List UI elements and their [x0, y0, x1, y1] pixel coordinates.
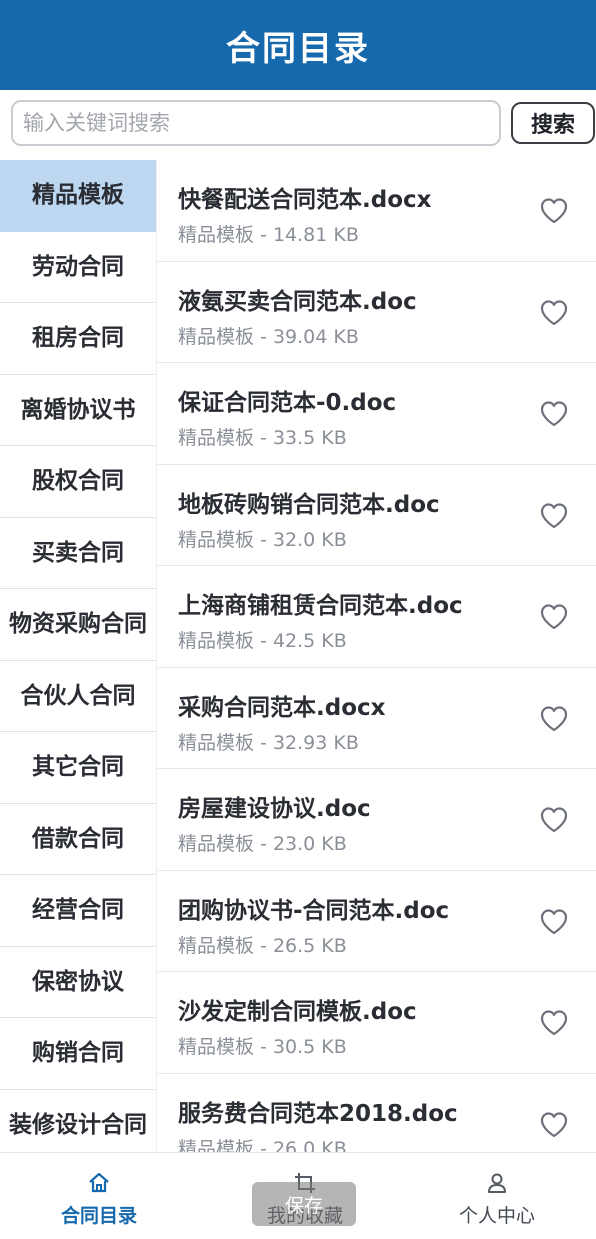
- document-title: 快餐配送合同范本.docx: [178, 187, 432, 213]
- sidebar-item-category[interactable]: 精品模板: [0, 160, 156, 232]
- heart-icon[interactable]: [538, 703, 570, 735]
- document-category: 精品模板: [178, 630, 255, 652]
- document-size: 26.5 KB: [272, 934, 347, 957]
- list-item[interactable]: 地板砖购销合同范本.doc 精品模板 - 32.0 KB: [157, 465, 596, 566]
- list-item[interactable]: 液氨买卖合同范本.doc 精品模板 - 39.04 KB: [157, 262, 596, 363]
- document-category: 精品模板: [178, 934, 255, 957]
- list-item[interactable]: 沙发定制合同模板.doc 精品模板 - 30.5 KB: [157, 972, 596, 1074]
- sidebar-item-category[interactable]: 装修设计合同: [0, 1090, 156, 1153]
- list-item[interactable]: 采购合同范本.docx 精品模板 - 32.93 KB: [157, 668, 596, 769]
- heart-icon[interactable]: [538, 906, 570, 938]
- document-size: 32.93 KB: [272, 731, 359, 754]
- search-input[interactable]: [11, 100, 501, 146]
- document-category: 精品模板: [178, 325, 255, 348]
- nav-label: 个人中心: [458, 1205, 535, 1227]
- sidebar-item-category[interactable]: 合伙人合同: [0, 661, 156, 732]
- sidebar-item-category[interactable]: 离婚协议书: [0, 375, 156, 446]
- sidebar-item-category[interactable]: 物资采购合同: [0, 589, 156, 661]
- document-meta: 精品模板 - 23.0 KB: [178, 829, 347, 856]
- document-category: 精品模板: [178, 1137, 255, 1153]
- meta-separator: -: [254, 731, 273, 754]
- meta-separator: -: [254, 427, 273, 449]
- sidebar-item-category[interactable]: 保密协议: [0, 947, 156, 1018]
- heart-icon[interactable]: [538, 1109, 570, 1141]
- sidebar-item-category[interactable]: 其它合同: [0, 732, 156, 804]
- document-title: 采购合同范本.docx: [178, 694, 386, 721]
- document-category: 精品模板: [178, 1036, 255, 1058]
- home-icon: [89, 1172, 109, 1193]
- sidebar-item-category[interactable]: 借款合同: [0, 804, 156, 875]
- document-title: 沙发定制合同模板.doc: [178, 999, 417, 1025]
- heart-icon[interactable]: [538, 804, 570, 836]
- list-item[interactable]: 服务费合同范本2018.doc 精品模板 - 26.0 KB: [157, 1074, 596, 1153]
- sidebar-item-category[interactable]: 购销合同: [0, 1018, 156, 1090]
- heart-icon[interactable]: [538, 500, 570, 532]
- nav-contract-catalog[interactable]: 合同目录: [0, 1153, 198, 1239]
- heart-icon[interactable]: [538, 601, 570, 633]
- document-title: 保证合同范本-0.doc: [178, 390, 397, 416]
- meta-separator: -: [254, 1137, 273, 1153]
- document-meta: 精品模板 - 26.0 KB: [178, 1134, 347, 1153]
- category-sidebar: 精品模板 劳动合同 租房合同 离婚协议书 股权合同 买卖合同 物资采购合同 合伙人合同 其它合同…: [0, 160, 157, 1152]
- document-size: 33.5 KB: [272, 427, 347, 449]
- document-category: 精品模板: [178, 528, 255, 551]
- document-title: 上海商铺租赁合同范本.doc: [178, 593, 463, 619]
- meta-separator: -: [254, 528, 273, 551]
- meta-separator: -: [254, 224, 273, 246]
- nav-label: 合同目录: [60, 1205, 137, 1227]
- document-meta: 精品模板 - 30.5 KB: [178, 1032, 347, 1059]
- document-size: 23.0 KB: [272, 833, 347, 855]
- document-title: 服务费合同范本2018.doc: [178, 1100, 458, 1127]
- sidebar-item-category[interactable]: 股权合同: [0, 446, 156, 518]
- list-item[interactable]: 保证合同范本-0.doc 精品模板 - 33.5 KB: [157, 363, 596, 465]
- document-title: 团购协议书-合同范本.doc: [178, 897, 450, 924]
- meta-separator: -: [254, 934, 273, 957]
- document-size: 30.5 KB: [272, 1036, 347, 1058]
- save-toast: 保存: [252, 1182, 356, 1226]
- app-root: 合同目录 搜索 精品模板劳动合同租房合同离婚协议书股权合同买卖合同物资采购合同合…: [0, 0, 596, 1239]
- list-item[interactable]: 房屋建设协议.doc 精品模板 - 23.0 KB: [157, 769, 596, 871]
- document-title: 地板砖购销合同范本.doc: [178, 491, 440, 518]
- meta-separator: -: [254, 325, 273, 348]
- heart-icon[interactable]: [538, 398, 570, 430]
- document-category: 精品模板: [178, 731, 255, 754]
- meta-separator: -: [254, 630, 273, 652]
- document-size: 26.0 KB: [272, 1137, 347, 1153]
- sidebar-item-category[interactable]: 租房合同: [0, 303, 156, 375]
- heart-icon[interactable]: [538, 195, 570, 227]
- meta-separator: -: [254, 833, 273, 855]
- document-category: 精品模板: [178, 427, 255, 449]
- search-bar: 搜索: [0, 90, 596, 156]
- document-meta: 精品模板 - 26.5 KB: [178, 931, 347, 958]
- heart-icon[interactable]: [538, 1007, 570, 1039]
- document-title: 液氨买卖合同范本.doc: [178, 288, 417, 315]
- document-meta: 精品模板 - 33.5 KB: [178, 423, 347, 450]
- document-category: 精品模板: [178, 224, 255, 246]
- app-header: 合同目录: [0, 0, 596, 90]
- document-meta: 精品模板 - 32.0 KB: [178, 525, 347, 552]
- nav-personal-center[interactable]: 个人中心: [398, 1153, 596, 1239]
- page-title: 合同目录: [226, 28, 370, 69]
- document-size: 42.5 KB: [272, 630, 347, 652]
- heart-icon[interactable]: [538, 297, 570, 329]
- document-meta: 精品模板 - 39.04 KB: [178, 322, 359, 349]
- document-size: 14.81 KB: [272, 224, 359, 246]
- document-meta: 精品模板 - 14.81 KB: [178, 220, 359, 247]
- sidebar-item-category[interactable]: 经营合同: [0, 875, 156, 947]
- document-list: 快餐配送合同范本.docx 精品模板 - 14.81 KB 液氨买卖合同范本.doc…: [157, 160, 596, 1152]
- document-category: 精品模板: [178, 833, 255, 855]
- meta-separator: -: [254, 1036, 273, 1058]
- user-icon: [488, 1173, 506, 1193]
- list-item[interactable]: 快餐配送合同范本.docx 精品模板 - 14.81 KB: [157, 160, 596, 262]
- sidebar-item-category[interactable]: 买卖合同: [0, 518, 156, 589]
- list-item[interactable]: 上海商铺租赁合同范本.doc 精品模板 - 42.5 KB: [157, 566, 596, 668]
- document-meta: 精品模板 - 32.93 KB: [178, 728, 359, 755]
- document-size: 32.0 KB: [272, 528, 347, 551]
- document-size: 39.04 KB: [272, 325, 359, 348]
- sidebar-item-category[interactable]: 劳动合同: [0, 232, 156, 303]
- list-item[interactable]: 团购协议书-合同范本.doc 精品模板 - 26.5 KB: [157, 871, 596, 972]
- document-title: 房屋建设协议.doc: [178, 796, 371, 822]
- search-button[interactable]: 搜索: [511, 102, 595, 144]
- document-meta: 精品模板 - 42.5 KB: [178, 626, 347, 653]
